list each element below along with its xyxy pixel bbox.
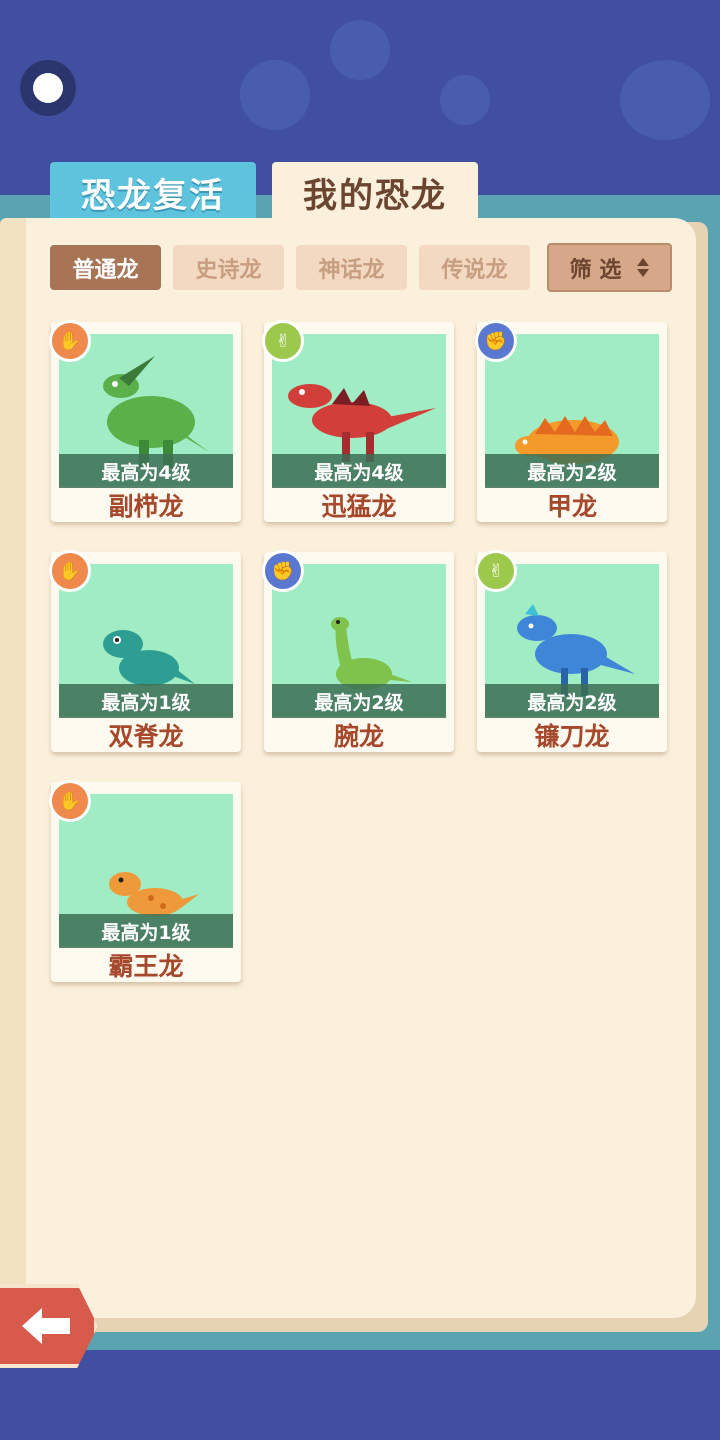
- dino-name: 霸王龙: [108, 952, 184, 981]
- dino-card[interactable]: ✋ 最高为4级 副栉龙: [49, 320, 241, 522]
- dino-card[interactable]: ✌ 最高为4级 迅猛龙: [262, 320, 454, 522]
- dino-name: 腕龙: [333, 722, 384, 751]
- rarity-filters: 普通龙 史诗龙 神话龙 传说龙: [50, 245, 530, 290]
- palm-icon: ✋: [49, 780, 91, 822]
- tab-revive[interactable]: 恐龙复活: [50, 162, 256, 222]
- settings-button[interactable]: [20, 60, 76, 116]
- filter-button-label: 筛 选: [569, 257, 622, 283]
- max-level-label: 最高为4级: [59, 454, 233, 488]
- filter-legendary[interactable]: 传说龙: [419, 245, 530, 290]
- max-level-label: 最高为1级: [59, 914, 233, 948]
- dino-card[interactable]: ✌ 最高为2级 镰刀龙: [475, 550, 667, 752]
- dino-name: 迅猛龙: [321, 492, 397, 521]
- bottom-background: [0, 1350, 720, 1440]
- sort-icon: [637, 258, 650, 277]
- max-level-label: 最高为2级: [272, 684, 446, 718]
- back-arrow-icon: [22, 1308, 70, 1344]
- palm-icon: ✋: [49, 550, 91, 592]
- dino-body: [107, 396, 195, 448]
- fist-icon: ✊: [262, 550, 304, 592]
- dino-card[interactable]: ✊ 最高为2级 甲龙: [475, 320, 667, 522]
- settings-icon: [33, 73, 63, 103]
- paw-decoration: [330, 20, 390, 80]
- max-level-label: 最高为1级: [59, 684, 233, 718]
- dino-card[interactable]: ✊ 最高为2级 腕龙: [262, 550, 454, 752]
- paw-decoration: [440, 75, 490, 125]
- filter-common[interactable]: 普通龙: [50, 245, 161, 290]
- paw-decoration: [620, 60, 710, 140]
- dino-name: 镰刀龙: [534, 722, 610, 751]
- palm-icon: ✋: [49, 320, 91, 362]
- back-button[interactable]: [0, 1284, 98, 1368]
- filter-epic[interactable]: 史诗龙: [173, 245, 284, 290]
- filter-mythic[interactable]: 神话龙: [296, 245, 407, 290]
- fist-icon: ✊: [475, 320, 517, 362]
- filter-button[interactable]: 筛 选: [547, 243, 672, 292]
- dino-name: 甲龙: [546, 492, 597, 521]
- max-level-label: 最高为4级: [272, 454, 446, 488]
- dino-card[interactable]: ✋ 最高为1级 双脊龙: [49, 550, 241, 752]
- max-level-label: 最高为2级: [485, 454, 659, 488]
- paw-decoration: [240, 60, 310, 130]
- dino-name: 副栉龙: [108, 492, 184, 521]
- scissors-icon: ✌: [262, 320, 304, 362]
- dino-card[interactable]: ✋ 最高为1级 霸王龙: [49, 780, 241, 982]
- max-level-label: 最高为2级: [485, 684, 659, 718]
- scissors-icon: ✌: [475, 550, 517, 592]
- dino-name: 双脊龙: [108, 722, 184, 751]
- tab-my-dinosaurs[interactable]: 我的恐龙: [272, 162, 478, 222]
